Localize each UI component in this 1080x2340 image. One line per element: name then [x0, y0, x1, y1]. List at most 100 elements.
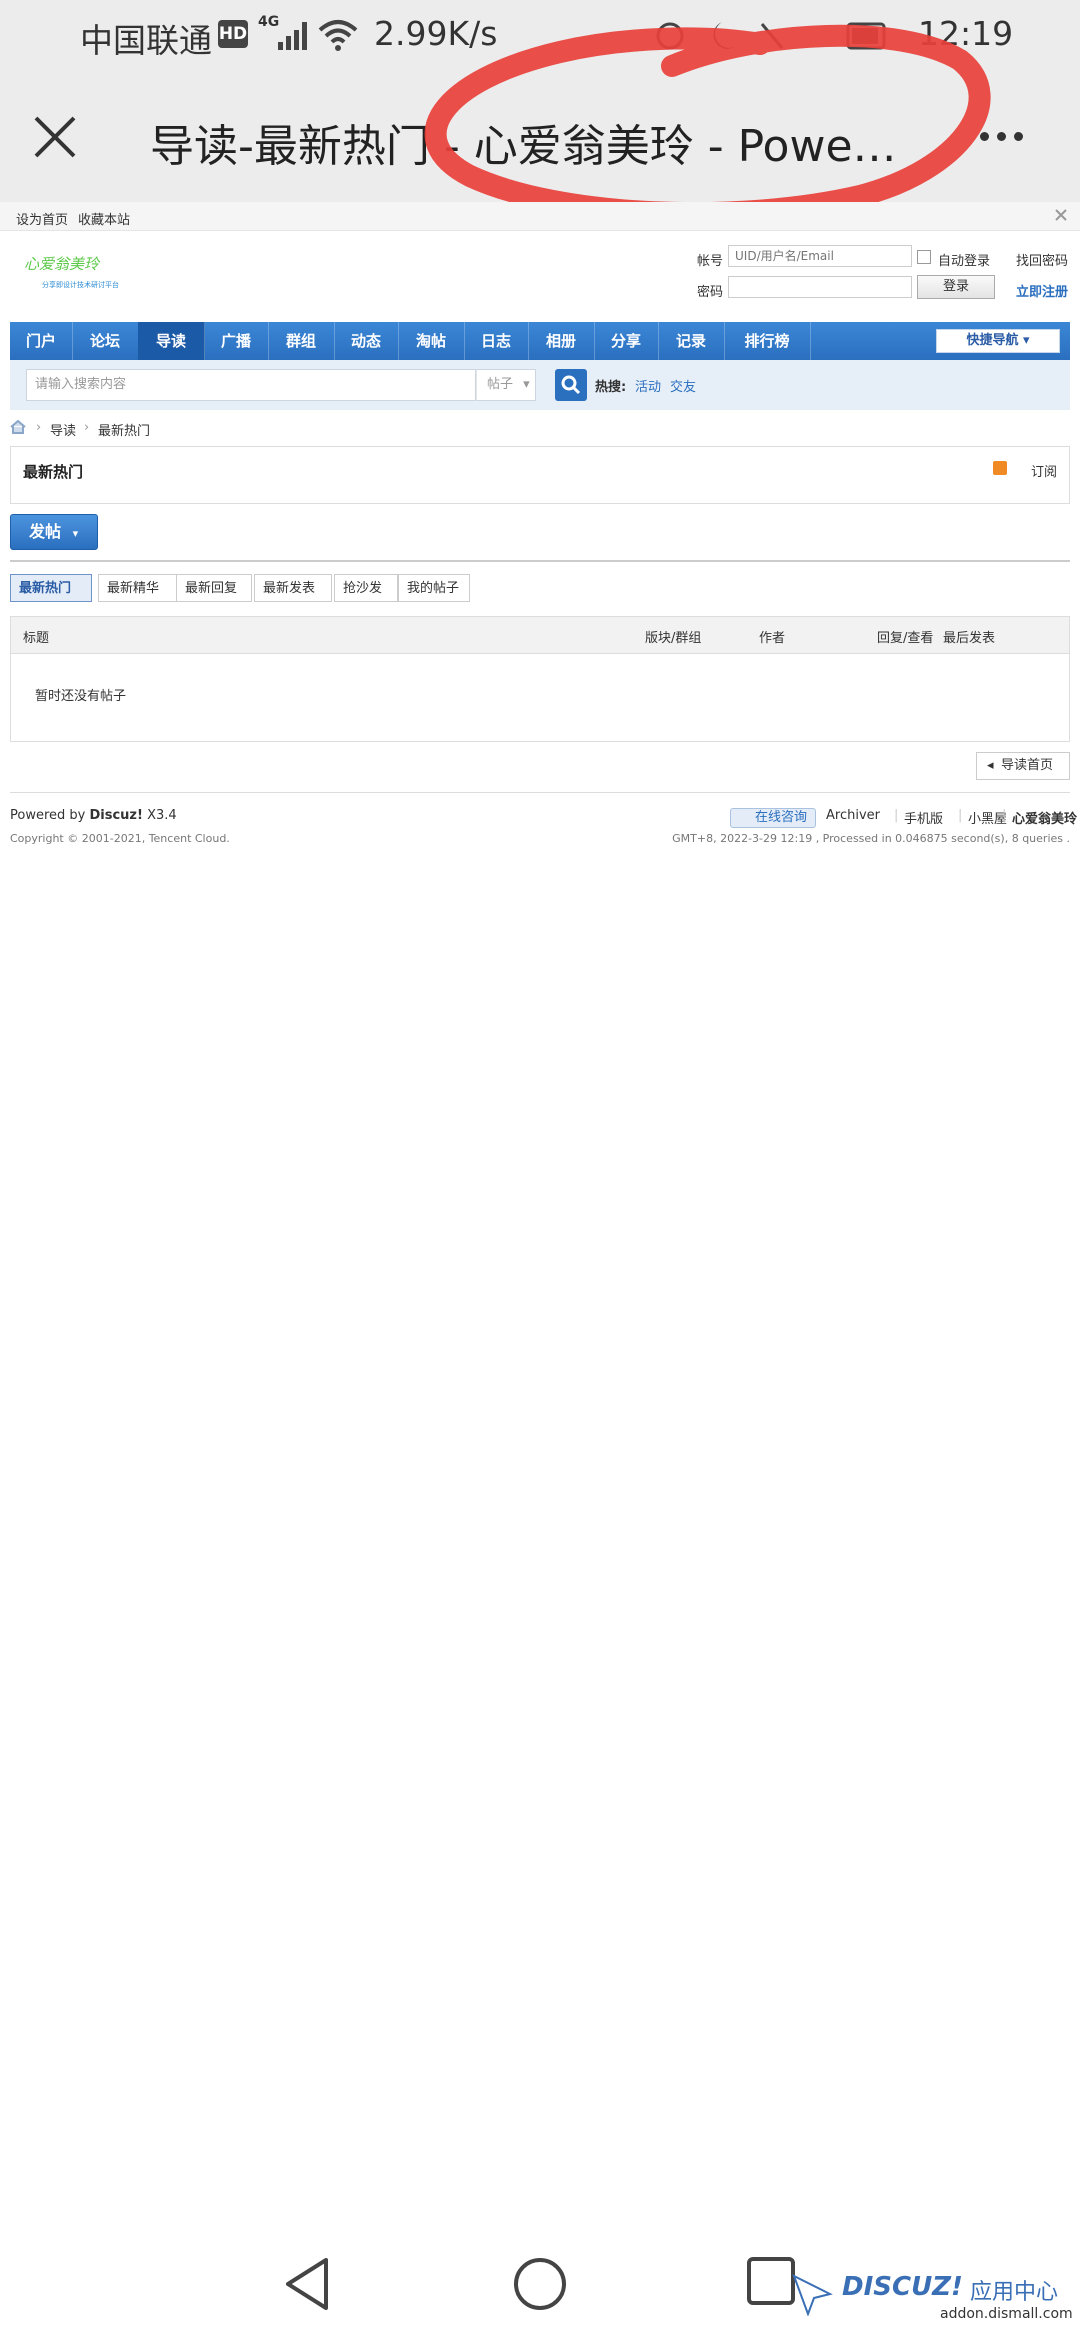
discuz-watermark: DISCUZ! 应用中心 addon.dismall.com: [790, 2268, 1073, 2328]
recent-apps-icon[interactable]: [746, 2256, 796, 2306]
powered-by: Powered by Discuz! X3.4: [10, 808, 177, 823]
column-replies: 回复/查看: [877, 631, 934, 646]
tab-new-reply[interactable]: 最新回复: [176, 574, 252, 602]
search-input[interactable]: 请输入搜索内容: [26, 369, 476, 401]
online-consult-button[interactable]: 在线咨询: [730, 808, 816, 828]
login-panel: 帐号 自动登录 找回密码 密码 登录 立即注册: [680, 245, 1080, 305]
logo-text: 心爱翁美玲: [24, 255, 101, 273]
hd-badge: HD: [218, 20, 248, 48]
network-type: 4G: [258, 14, 280, 30]
nav-item-share[interactable]: 分享: [594, 322, 659, 360]
cursor-icon: [792, 2273, 833, 2316]
auto-login-label: 自动登录: [938, 254, 991, 269]
find-password-link[interactable]: 找回密码: [1016, 250, 1068, 269]
signal-icon: [278, 20, 312, 50]
footer-links: 在线咨询 Archiver | 手机版 | 小黑屋 | 心爱翁美玲: [730, 808, 1077, 828]
guide-home-button[interactable]: ◂ 导读首页: [976, 752, 1070, 780]
search-type-select[interactable]: 帖子 ▾: [476, 369, 536, 401]
nav-item-guide[interactable]: 导读: [138, 322, 205, 360]
footer-link-site[interactable]: 心爱翁美玲: [1012, 808, 1077, 827]
tab-digest[interactable]: 最新精华: [98, 574, 180, 602]
filter-tabs: 最新热门 最新精华 最新回复 最新发表 抢沙发 我的帖子: [10, 574, 910, 604]
nav-item-forum[interactable]: 论坛: [72, 322, 139, 360]
watermark-label: 应用中心: [970, 2280, 1059, 2305]
login-button[interactable]: 登录: [917, 275, 995, 299]
nav-item-portal[interactable]: 门户: [10, 322, 73, 360]
divider: [10, 792, 1070, 793]
more-menu-icon[interactable]: [980, 122, 1040, 152]
account-input[interactable]: [728, 245, 912, 267]
auto-login-checkbox[interactable]: [917, 250, 931, 264]
footer-gmt-info: GMT+8, 2022-3-29 12:19 , Processed in 0.…: [672, 832, 1070, 845]
logo-subtext: 分享即设计技术研讨平台: [42, 280, 119, 289]
close-icon[interactable]: [30, 112, 80, 162]
chevron-down-icon: ▾: [1023, 333, 1030, 348]
status-bar: 中国联通 HD 4G 2.99K/s 12:19: [0, 0, 1080, 72]
empty-message: 暂时还没有帖子: [35, 689, 127, 704]
new-post-button[interactable]: 发帖 ▾: [10, 514, 98, 550]
footer-link-archiver[interactable]: Archiver: [826, 808, 880, 823]
rss-icon: [993, 461, 1007, 475]
back-icon[interactable]: [282, 2256, 332, 2312]
breadcrumb-separator: ›: [84, 420, 90, 435]
site-header: 心爱翁美玲 分享即设计技术研讨平台 帐号 自动登录 找回密码 密码 登录 立即注…: [0, 231, 1080, 311]
breadcrumb-separator: ›: [36, 420, 42, 435]
tab-my-threads[interactable]: 我的帖子: [398, 574, 470, 602]
copyright-text: Copyright © 2001-2021, Tencent Cloud.: [10, 832, 230, 845]
column-last-post: 最后发表: [943, 631, 996, 646]
tab-new-thread[interactable]: 最新发表: [254, 574, 332, 602]
password-input[interactable]: [728, 276, 912, 298]
set-homepage-link[interactable]: 设为首页: [16, 209, 68, 228]
bookmark-site-link[interactable]: 收藏本站: [78, 209, 130, 228]
caret-down-icon: ▾: [523, 377, 530, 392]
column-title: 标题: [23, 631, 50, 646]
powered-prefix: Powered by: [10, 808, 90, 823]
footer-separator: |: [894, 808, 899, 823]
home-circle-icon[interactable]: [512, 2256, 568, 2312]
nav-item-blog[interactable]: 日志: [464, 322, 529, 360]
site-footer: Powered by Discuz! X3.4 Copyright © 2001…: [10, 808, 1077, 848]
breadcrumb-current: 最新热门: [98, 424, 151, 439]
clock: 12:19: [918, 14, 1014, 53]
quick-nav-button[interactable]: 快捷导航 ▾: [936, 329, 1060, 353]
hot-keyword[interactable]: 活动: [635, 376, 661, 395]
powered-version: X3.4: [142, 808, 177, 823]
system-status-icons: [656, 22, 886, 50]
nav-item-feed[interactable]: 动态: [334, 322, 399, 360]
watermark-brand: DISCUZ!: [842, 2272, 963, 2302]
home-icon[interactable]: [10, 420, 26, 434]
browser-title-bar: 导读-最新热门 - 心爱翁美玲 - Powered by Discuz!: [0, 72, 1080, 202]
powered-brand[interactable]: Discuz!: [89, 808, 142, 823]
register-link[interactable]: 立即注册: [1016, 281, 1068, 300]
close-bar-icon[interactable]: [1054, 208, 1068, 222]
search-icon[interactable]: [555, 369, 587, 401]
chevron-down-icon: ▾: [72, 527, 79, 540]
hot-search-label: 热搜:: [595, 380, 627, 395]
wifi-icon: [318, 20, 358, 51]
tab-hot[interactable]: 最新热门: [10, 574, 92, 602]
table-header: 标题 版块/群组 作者 回复/查看 最后发表: [11, 617, 1069, 654]
account-label: 帐号: [697, 254, 724, 269]
network-speed: 2.99K/s: [374, 14, 498, 53]
hot-keyword[interactable]: 交友: [670, 376, 696, 395]
nav-item-record[interactable]: 记录: [658, 322, 725, 360]
tab-sofa[interactable]: 抢沙发: [334, 574, 398, 602]
site-logo[interactable]: 心爱翁美玲 分享即设计技术研讨平台: [22, 253, 152, 293]
quick-nav-label: 快捷导航: [966, 333, 1019, 348]
footer-separator: |: [1002, 808, 1007, 823]
carrier-name: 中国联通: [80, 21, 212, 60]
nav-item-broadcast[interactable]: 广播: [204, 322, 269, 360]
breadcrumb-guide[interactable]: 导读: [50, 420, 76, 439]
nav-item-groups[interactable]: 群组: [268, 322, 335, 360]
nav-item-album[interactable]: 相册: [528, 322, 595, 360]
password-label: 密码: [697, 285, 724, 300]
section-header: 最新热门 订阅: [10, 446, 1070, 504]
search-type-label: 帖子: [487, 377, 514, 392]
search-bar: 请输入搜索内容 帖子 ▾ 热搜: 活动 交友: [10, 360, 1070, 410]
column-author: 作者: [759, 631, 786, 646]
nav-item-ranking[interactable]: 排行榜: [724, 322, 811, 360]
nav-item-collections[interactable]: 淘帖: [398, 322, 465, 360]
subscribe-link[interactable]: 订阅: [1031, 461, 1057, 480]
footer-link-mobile[interactable]: 手机版: [904, 808, 943, 827]
watermark-url: addon.dismall.com: [940, 2306, 1073, 2322]
